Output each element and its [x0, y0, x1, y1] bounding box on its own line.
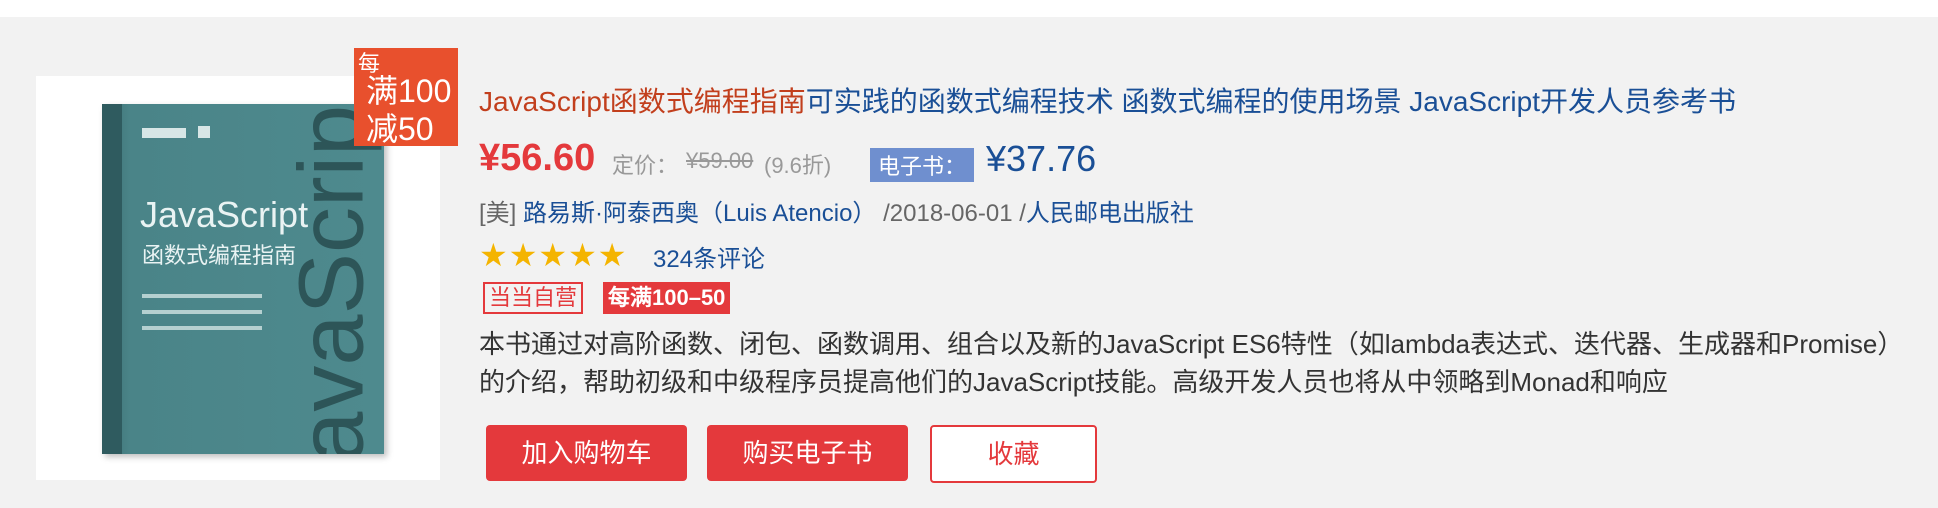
product-subtitle[interactable]: 可实践的函数式编程技术 函数式编程的使用场景 JavaScript开发人员参考书 [806, 86, 1736, 117]
book-cover-image: JavaScript 函数式编程指南 JavaScript [102, 104, 384, 454]
product-title-link[interactable]: JavaScript函数式编程指南可实践的函数式编程技术 函数式编程的使用场景 … [479, 80, 1889, 120]
cover-subtitle: 函数式编程指南 [142, 243, 297, 268]
rating-stars: ★★★★★ [479, 237, 627, 273]
author-line: [美] 路易斯·阿泰西奥（Luis Atencio） /2018-06-01 /… [479, 193, 1194, 228]
ebook-label: 电子书： [870, 148, 975, 182]
product-description: 本书通过对高阶函数、闭包、函数调用、组合以及新的JavaScript ES6特性… [479, 329, 1904, 397]
publisher-link[interactable]: 人民邮电出版社 [1026, 200, 1194, 227]
product-card: JavaScript 函数式编程指南 JavaScript 每 满100 减50… [0, 17, 1938, 508]
star-icon: ★ [508, 237, 538, 273]
publisher-logo [142, 128, 186, 138]
publish-date: /2018-06-01 / [876, 200, 1026, 227]
star-icon: ★ [538, 237, 568, 273]
cover-vertical-label: JavaScript [280, 104, 383, 454]
star-icon: ★ [568, 237, 597, 273]
star-icon: ★ [479, 237, 508, 273]
ebook-price-link[interactable]: ¥37.76 [986, 138, 1096, 180]
star-icon: ★ [597, 237, 627, 273]
buy-ebook-button[interactable]: 购买电子书 [707, 425, 908, 481]
list-price-label: 定价： [612, 153, 679, 178]
promo-corner-tag: 每 满100 减50 [354, 48, 458, 147]
favorite-button[interactable]: 收藏 [930, 425, 1097, 483]
self-operated-badge: 当当自营 [483, 282, 584, 314]
promo-tag-line2: 减50 [366, 111, 434, 147]
list-price: ¥59.00 [686, 148, 754, 173]
author-nationality: [美] [479, 200, 524, 227]
review-count-link[interactable]: 324条评论 [653, 239, 765, 274]
product-title[interactable]: JavaScript函数式编程指南 [479, 86, 806, 117]
book-spine [102, 104, 122, 454]
sale-price: ¥56.60 [479, 137, 596, 179]
promo-badge: 每满100–50 [603, 282, 731, 314]
cover-vertical-text: JavaScript [281, 104, 383, 454]
add-to-cart-button[interactable]: 加入购物车 [486, 425, 687, 481]
series-logo [198, 126, 210, 138]
discount-rate: (9.6折) [764, 153, 832, 178]
cover-text-lines [142, 294, 262, 342]
author-link[interactable]: 路易斯·阿泰西奥（Luis Atencio） [523, 200, 876, 227]
